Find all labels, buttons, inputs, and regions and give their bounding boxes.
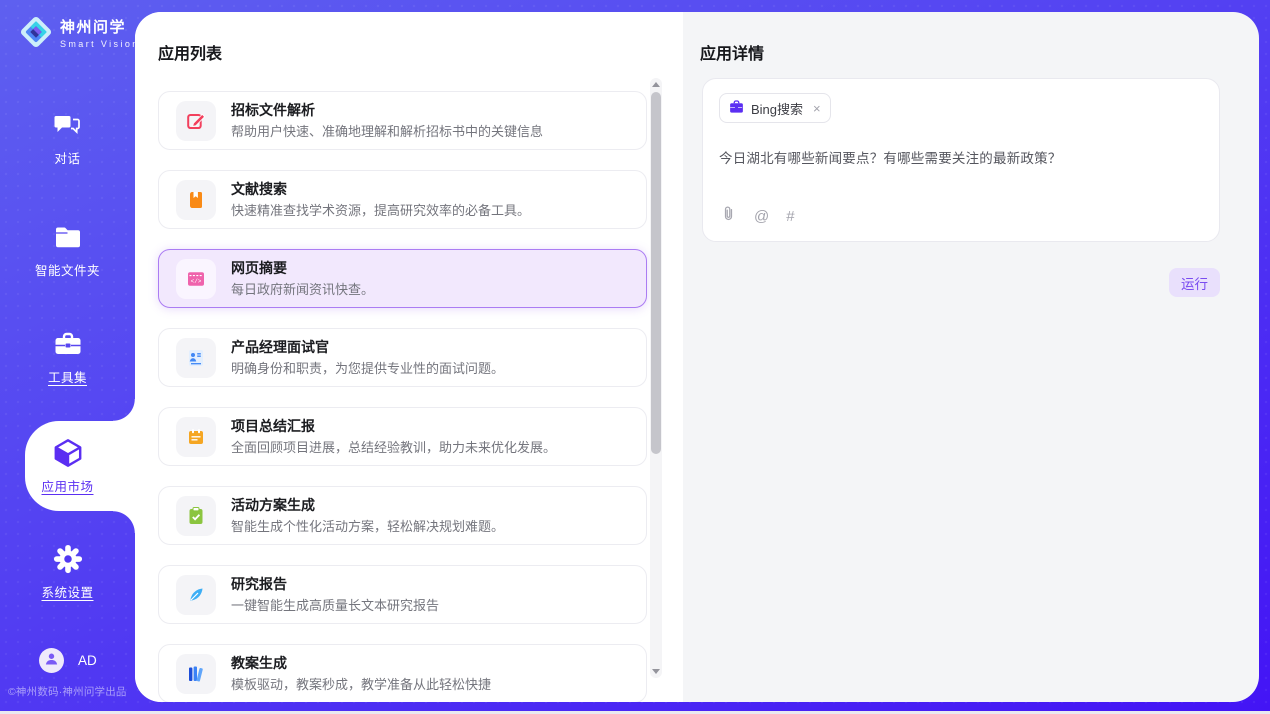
sidebar-item-smart-folder[interactable]: 智能文件夹 [0,222,135,279]
app-card-title: 活动方案生成 [231,497,504,514]
app-card-project-summary[interactable]: 项目总结汇报 全面回顾项目进展，总结经验教训，助力未来优化发展。 [158,407,647,466]
app-card-title: 招标文件解析 [231,102,543,119]
app-detail-title: 应用详情 [700,40,1259,64]
sidebar-item-label: 智能文件夹 [35,260,100,279]
app-card-title: 项目总结汇报 [231,418,556,435]
prompt-text[interactable]: 今日湖北有哪些新闻要点？有哪些需要关注的最新政策？ [719,147,1203,167]
app-card-lesson-plan[interactable]: 教案生成 模板驱动，教案秒成，教学准备从此轻松快捷 [158,644,647,702]
app-list-panel: 应用列表 招标文件解析 帮助用户快速、准确地理解和解析招标书中的关键信息 [135,12,683,702]
scroll-up-icon[interactable] [652,82,660,87]
content-shell: 应用列表 招标文件解析 帮助用户快速、准确地理解和解析招标书中的关键信息 [135,12,1259,702]
app-card-web-summary[interactable]: </> 网页摘要 每日政府新闻资讯快查。 [158,249,647,308]
doc-edit-icon [176,101,216,141]
app-card-title: 研究报告 [231,576,439,593]
sidebar-item-chat[interactable]: 对话 [0,110,135,167]
diamond-logo-icon [18,14,54,55]
prompt-card: Bing搜索 × 今日湖北有哪些新闻要点？有哪些需要关注的最新政策？ @ # [702,78,1220,242]
clipboard-check-icon [176,496,216,536]
person-icon [44,651,59,671]
app-window: { "brand": { "title": "神州问学", "subtitle"… [0,0,1270,714]
scrollbar-thumb[interactable] [651,92,661,454]
app-card-title: 产品经理面试官 [231,339,504,356]
folder-icon [54,222,82,252]
chat-icon [54,110,81,140]
sidebar-item-label: 应用市场 [41,476,93,495]
brand-title: 神州问学 [60,20,140,37]
app-card-literature-search[interactable]: 文献搜索 快速精准查找学术资源，提高研究效率的必备工具。 [158,170,647,229]
mention-icon[interactable]: @ [754,208,769,225]
brand-subtitle: Smart Vision [60,39,140,49]
svg-text:</>: </> [191,278,202,285]
hash-icon[interactable]: # [786,208,794,225]
tool-tag-bing-search[interactable]: Bing搜索 × [719,93,831,123]
app-card-title: 网页摘要 [231,260,374,277]
calendar-icon [176,417,216,457]
quill-icon [176,575,216,615]
app-card-title: 文献搜索 [231,181,530,198]
browser-code-icon: </> [176,259,216,299]
composer-toolbar: @ # [720,204,795,228]
run-row: 运行 [702,268,1220,297]
app-card-tender-analysis[interactable]: 招标文件解析 帮助用户快速、准确地理解和解析招标书中的关键信息 [158,91,647,150]
user-avatar[interactable] [39,648,64,673]
app-card-pm-interviewer[interactable]: 产品经理面试官 明确身份和职责，为您提供专业性的面试问题。 [158,328,647,387]
app-card-desc: 每日政府新闻资讯快查。 [231,282,374,298]
app-card-event-plan[interactable]: 活动方案生成 智能生成个性化活动方案，轻松解决规划难题。 [158,486,647,545]
briefcase-icon [729,100,744,117]
app-card-title: 教案生成 [231,655,491,672]
brand-logo: 神州问学 Smart Vision [18,14,140,55]
app-card-desc: 帮助用户快速、准确地理解和解析招标书中的关键信息 [231,124,543,140]
gear-icon [53,544,83,574]
books-icon [176,654,216,694]
copyright-footer: ©神州数码·神州问学出品 [8,684,136,699]
user-row: AD [39,648,97,673]
app-card-desc: 模板驱动，教案秒成，教学准备从此轻松快捷 [231,677,491,693]
sidebar-item-label: 工具集 [48,367,87,386]
run-button[interactable]: 运行 [1169,268,1220,297]
app-detail-panel: 应用详情 Bing搜索 × 今日湖北有哪些新闻要点？有哪些需要关注的最新政策？ [683,12,1259,702]
close-icon[interactable]: × [813,101,821,116]
book-icon [176,180,216,220]
sidebar-item-label: 系统设置 [41,582,93,601]
app-card-desc: 全面回顾项目进展，总结经验教训，助力未来优化发展。 [231,440,556,456]
cube-icon [53,438,83,468]
tool-tag-label: Bing搜索 [751,99,803,118]
paperclip-icon[interactable] [720,204,737,228]
sidebar-item-settings[interactable]: 系统设置 [0,544,135,601]
list-scrollbar[interactable] [650,78,662,678]
app-card-desc: 明确身份和职责，为您提供专业性的面试问题。 [231,361,504,377]
app-card-research-report[interactable]: 研究报告 一键智能生成高质量长文本研究报告 [158,565,647,624]
scroll-down-icon[interactable] [652,669,660,674]
app-card-desc: 智能生成个性化活动方案，轻松解决规划难题。 [231,519,504,535]
sidebar-item-label: 对话 [54,148,80,167]
app-card-desc: 快速精准查找学术资源，提高研究效率的必备工具。 [231,203,530,219]
app-list-title: 应用列表 [158,40,647,64]
app-card-desc: 一键智能生成高质量长文本研究报告 [231,598,439,614]
user-name: AD [78,653,97,668]
interview-doc-icon [176,338,216,378]
sidebar-item-app-market[interactable]: 应用市场 [0,438,135,495]
sidebar-item-toolset[interactable]: 工具集 [0,329,135,386]
toolbox-icon [54,329,82,359]
